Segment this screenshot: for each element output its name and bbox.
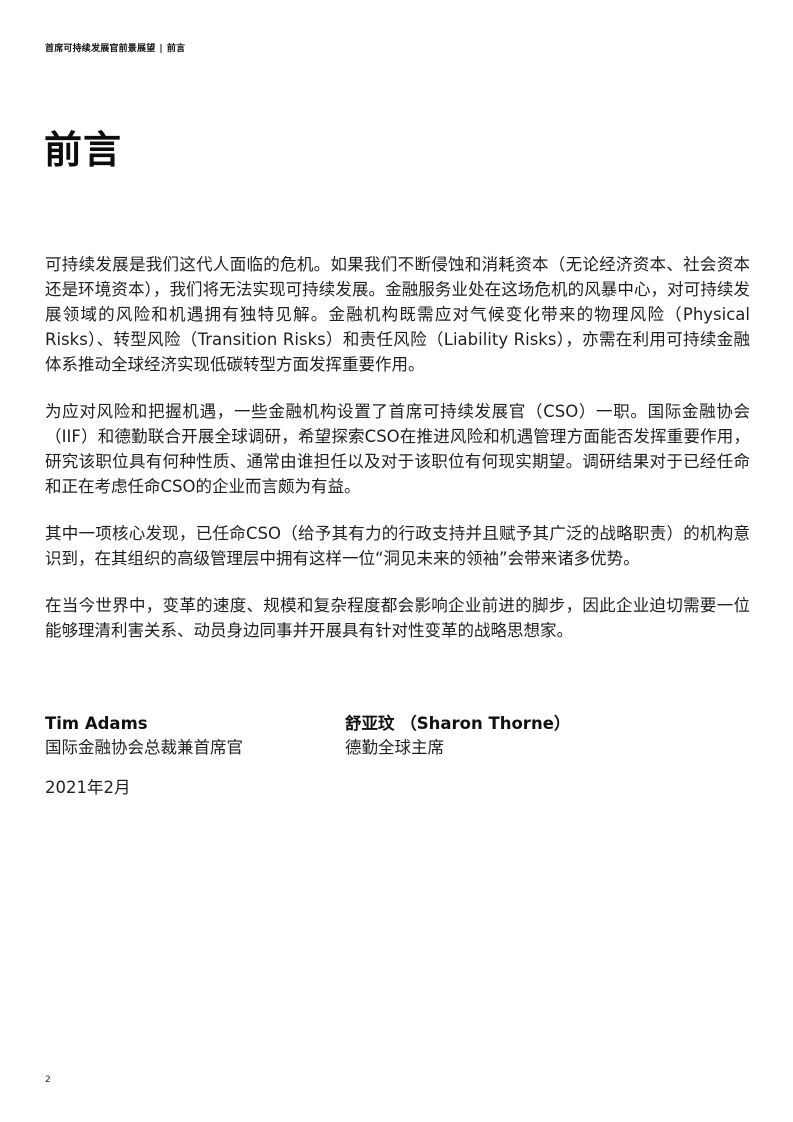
signatory-role: 德勤全球主席 <box>345 738 444 757</box>
page-title: 前言 <box>44 128 123 172</box>
paragraph: 为应对风险和把握机遇，一些金融机构设置了首席可持续发展官（CSO）一职。国际金融… <box>45 402 750 496</box>
header-separator: | <box>159 44 163 54</box>
paragraph: 在当今世界中，变革的速度、规模和复杂程度都会影响企业前进的脚步，因此企业迫切需要… <box>45 596 750 640</box>
body-text: 可持续发展是我们这代人面临的危机。如果我们不断侵蚀和消耗资本（无论经济资本、社会… <box>45 252 750 665</box>
date: 2021年2月 <box>45 778 131 797</box>
section-label: 前言 <box>166 44 186 54</box>
report-title: 首席可持续发展官前景展望 <box>45 44 156 54</box>
page-number: 2 <box>45 1075 51 1085</box>
signature-block-sharon-thorne: 舒亚玟 （Sharon Thorne） 德勤全球主席 <box>345 712 570 760</box>
paragraph: 其中一项核心发现，已任命CSO（给予其有力的行政支持并且赋予其广泛的战略职责）的… <box>45 524 750 568</box>
signatory-role: 国际金融协会总裁兼首席官 <box>45 738 243 757</box>
running-header: 首席可持续发展官前景展望 | 前言 <box>45 41 185 54</box>
paragraph: 可持续发展是我们这代人面临的危机。如果我们不断侵蚀和消耗资本（无论经济资本、社会… <box>45 255 750 374</box>
signature-block-tim-adams: Tim Adams 国际金融协会总裁兼首席官 <box>45 712 243 760</box>
signatory-name: Tim Adams <box>45 714 148 733</box>
signatory-name: 舒亚玟 （Sharon Thorne） <box>345 714 571 733</box>
